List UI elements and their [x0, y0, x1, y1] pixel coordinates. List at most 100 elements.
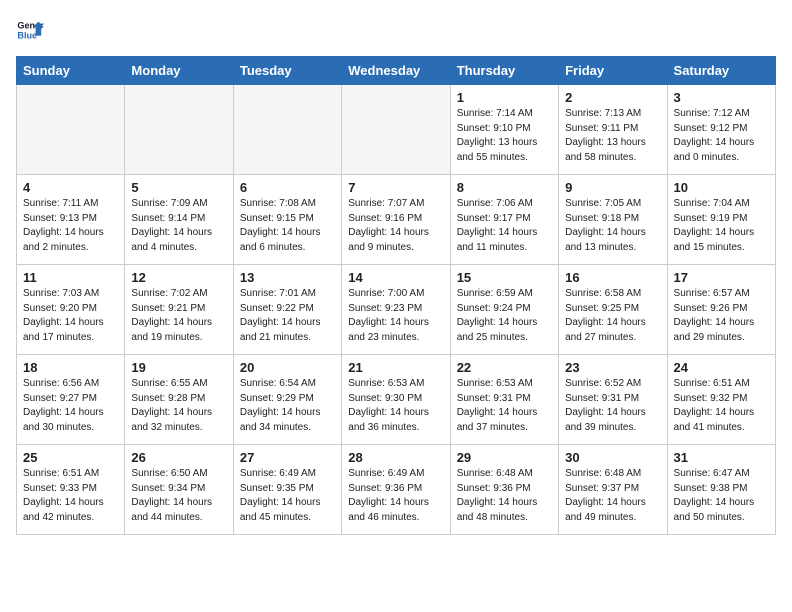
day-number: 12: [131, 270, 226, 285]
day-info: Sunrise: 7:06 AM Sunset: 9:17 PM Dayligh…: [457, 197, 552, 255]
weekday-friday: Friday: [559, 57, 667, 85]
day-number: 7: [348, 180, 443, 195]
day-info: Sunrise: 7:05 AM Sunset: 9:18 PM Dayligh…: [565, 197, 660, 255]
day-number: 17: [674, 270, 769, 285]
calendar-cell: [17, 85, 125, 175]
day-info: Sunrise: 6:49 AM Sunset: 9:35 PM Dayligh…: [240, 467, 335, 525]
day-info: Sunrise: 6:56 AM Sunset: 9:27 PM Dayligh…: [23, 377, 118, 435]
day-info: Sunrise: 7:09 AM Sunset: 9:14 PM Dayligh…: [131, 197, 226, 255]
calendar-cell: 19 Sunrise: 6:55 AM Sunset: 9:28 PM Dayli…: [125, 355, 233, 445]
calendar-cell: 4Sunrise: 7:11 AM Sunset: 9:13 PM Daylig…: [17, 175, 125, 265]
calendar-cell: [342, 85, 450, 175]
weekday-wednesday: Wednesday: [342, 57, 450, 85]
calendar-cell: 11Sunrise: 7:03 AM Sunset: 9:20 PM Dayli…: [17, 265, 125, 355]
day-info: Sunrise: 6:48 AM Sunset: 9:36 PM Dayligh…: [457, 467, 552, 525]
day-number: 29: [457, 450, 552, 465]
day-number: 13: [240, 270, 335, 285]
day-number: 23: [565, 360, 660, 375]
day-info: Sunrise: 6:55 AM Sunset: 9:28 PM Dayligh…: [131, 377, 226, 435]
day-info: Sunrise: 6:57 AM Sunset: 9:26 PM Dayligh…: [674, 287, 769, 345]
calendar-cell: 5 Sunrise: 7:09 AM Sunset: 9:14 PM Daylig…: [125, 175, 233, 265]
day-number: 20: [240, 360, 335, 375]
day-number: 2: [565, 90, 660, 105]
weekday-header-row: SundayMondayTuesdayWednesdayThursdayFrid…: [17, 57, 776, 85]
day-info: Sunrise: 6:51 AM Sunset: 9:33 PM Dayligh…: [23, 467, 118, 525]
day-info: Sunrise: 7:14 AM Sunset: 9:10 PM Dayligh…: [457, 107, 552, 165]
day-number: 8: [457, 180, 552, 195]
calendar-cell: 14 Sunrise: 7:00 AM Sunset: 9:23 PM Dayli…: [342, 265, 450, 355]
calendar-cell: 26Sunrise: 6:50 AM Sunset: 9:34 PM Dayli…: [125, 445, 233, 535]
calendar-cell: 15 Sunrise: 6:59 AM Sunset: 9:24 PM Dayli…: [450, 265, 558, 355]
calendar-cell: 28Sunrise: 6:49 AM Sunset: 9:36 PM Dayli…: [342, 445, 450, 535]
day-number: 11: [23, 270, 118, 285]
logo-icon: General Blue: [16, 16, 44, 44]
calendar-cell: 25 Sunrise: 6:51 AM Sunset: 9:33 PM Dayli…: [17, 445, 125, 535]
calendar-cell: 24 Sunrise: 6:51 AM Sunset: 9:32 PM Dayli…: [667, 355, 775, 445]
day-info: Sunrise: 6:53 AM Sunset: 9:31 PM Dayligh…: [457, 377, 552, 435]
calendar-cell: 17 Sunrise: 6:57 AM Sunset: 9:26 PM Dayli…: [667, 265, 775, 355]
day-info: Sunrise: 7:01 AM Sunset: 9:22 PM Dayligh…: [240, 287, 335, 345]
calendar-body: 1 Sunrise: 7:14 AM Sunset: 9:10 PM Daylig…: [17, 85, 776, 535]
calendar-table: SundayMondayTuesdayWednesdayThursdayFrid…: [16, 56, 776, 535]
calendar-cell: 6 Sunrise: 7:08 AM Sunset: 9:15 PM Daylig…: [233, 175, 341, 265]
calendar-cell: 30 Sunrise: 6:48 AM Sunset: 9:37 PM Dayli…: [559, 445, 667, 535]
day-info: Sunrise: 7:00 AM Sunset: 9:23 PM Dayligh…: [348, 287, 443, 345]
day-info: Sunrise: 7:04 AM Sunset: 9:19 PM Dayligh…: [674, 197, 769, 255]
calendar-cell: 21Sunrise: 6:53 AM Sunset: 9:30 PM Dayli…: [342, 355, 450, 445]
day-info: Sunrise: 7:13 AM Sunset: 9:11 PM Dayligh…: [565, 107, 660, 165]
calendar-header: SundayMondayTuesdayWednesdayThursdayFrid…: [17, 57, 776, 85]
calendar-cell: 22 Sunrise: 6:53 AM Sunset: 9:31 PM Dayli…: [450, 355, 558, 445]
day-info: Sunrise: 7:07 AM Sunset: 9:16 PM Dayligh…: [348, 197, 443, 255]
calendar-cell: 3 Sunrise: 7:12 AM Sunset: 9:12 PM Daylig…: [667, 85, 775, 175]
day-info: Sunrise: 6:52 AM Sunset: 9:31 PM Dayligh…: [565, 377, 660, 435]
day-number: 31: [674, 450, 769, 465]
day-number: 26: [131, 450, 226, 465]
day-info: Sunrise: 7:02 AM Sunset: 9:21 PM Dayligh…: [131, 287, 226, 345]
day-number: 15: [457, 270, 552, 285]
day-info: Sunrise: 7:08 AM Sunset: 9:15 PM Dayligh…: [240, 197, 335, 255]
calendar-cell: 2 Sunrise: 7:13 AM Sunset: 9:11 PM Daylig…: [559, 85, 667, 175]
logo: General Blue: [16, 16, 44, 44]
day-number: 27: [240, 450, 335, 465]
day-info: Sunrise: 6:51 AM Sunset: 9:32 PM Dayligh…: [674, 377, 769, 435]
day-number: 25: [23, 450, 118, 465]
calendar-cell: 1 Sunrise: 7:14 AM Sunset: 9:10 PM Daylig…: [450, 85, 558, 175]
day-info: Sunrise: 6:58 AM Sunset: 9:25 PM Dayligh…: [565, 287, 660, 345]
day-number: 9: [565, 180, 660, 195]
calendar-cell: 7 Sunrise: 7:07 AM Sunset: 9:16 PM Daylig…: [342, 175, 450, 265]
calendar-cell: 9 Sunrise: 7:05 AM Sunset: 9:18 PM Daylig…: [559, 175, 667, 265]
day-number: 6: [240, 180, 335, 195]
day-info: Sunrise: 6:54 AM Sunset: 9:29 PM Dayligh…: [240, 377, 335, 435]
day-info: Sunrise: 6:48 AM Sunset: 9:37 PM Dayligh…: [565, 467, 660, 525]
calendar-cell: 23 Sunrise: 6:52 AM Sunset: 9:31 PM Dayli…: [559, 355, 667, 445]
header: General Blue: [16, 16, 776, 44]
day-number: 1: [457, 90, 552, 105]
svg-text:Blue: Blue: [17, 30, 37, 40]
calendar-cell: 20 Sunrise: 6:54 AM Sunset: 9:29 PM Dayli…: [233, 355, 341, 445]
day-info: Sunrise: 6:59 AM Sunset: 9:24 PM Dayligh…: [457, 287, 552, 345]
day-number: 10: [674, 180, 769, 195]
day-info: Sunrise: 6:47 AM Sunset: 9:38 PM Dayligh…: [674, 467, 769, 525]
day-number: 3: [674, 90, 769, 105]
weekday-monday: Monday: [125, 57, 233, 85]
calendar-cell: 12 Sunrise: 7:02 AM Sunset: 9:21 PM Dayli…: [125, 265, 233, 355]
week-row-1: 1 Sunrise: 7:14 AM Sunset: 9:10 PM Daylig…: [17, 85, 776, 175]
day-number: 5: [131, 180, 226, 195]
calendar-cell: 16Sunrise: 6:58 AM Sunset: 9:25 PM Dayli…: [559, 265, 667, 355]
calendar-cell: 31 Sunrise: 6:47 AM Sunset: 9:38 PM Dayli…: [667, 445, 775, 535]
calendar-cell: 13 Sunrise: 7:01 AM Sunset: 9:22 PM Dayli…: [233, 265, 341, 355]
calendar-cell: 10 Sunrise: 7:04 AM Sunset: 9:19 PM Dayli…: [667, 175, 775, 265]
week-row-3: 11Sunrise: 7:03 AM Sunset: 9:20 PM Dayli…: [17, 265, 776, 355]
calendar-cell: 8 Sunrise: 7:06 AM Sunset: 9:17 PM Daylig…: [450, 175, 558, 265]
day-number: 19: [131, 360, 226, 375]
calendar-cell: 18Sunrise: 6:56 AM Sunset: 9:27 PM Dayli…: [17, 355, 125, 445]
weekday-sunday: Sunday: [17, 57, 125, 85]
day-number: 28: [348, 450, 443, 465]
day-number: 22: [457, 360, 552, 375]
day-number: 4: [23, 180, 118, 195]
day-info: Sunrise: 7:12 AM Sunset: 9:12 PM Dayligh…: [674, 107, 769, 165]
day-number: 30: [565, 450, 660, 465]
day-number: 24: [674, 360, 769, 375]
calendar-cell: [233, 85, 341, 175]
day-number: 14: [348, 270, 443, 285]
